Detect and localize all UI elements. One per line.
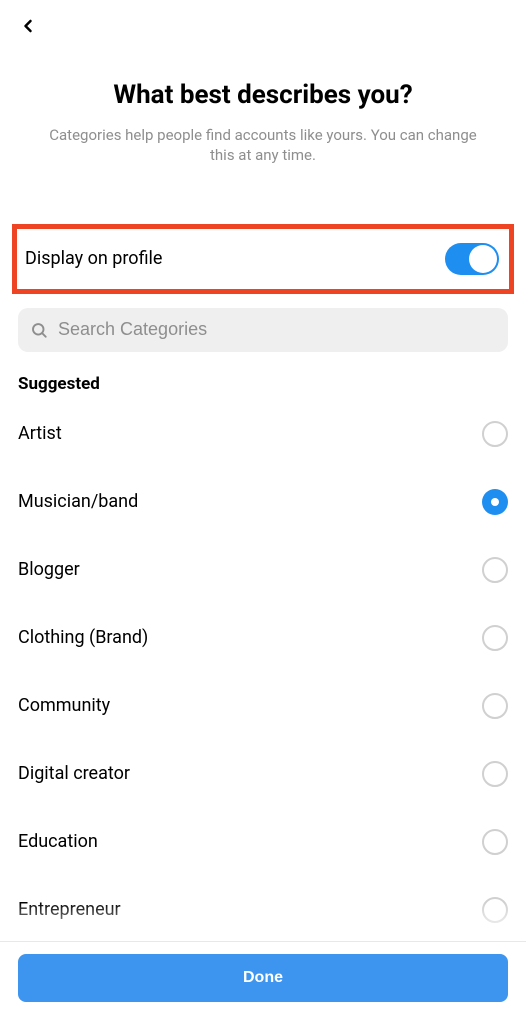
- category-radio[interactable]: [482, 489, 508, 515]
- category-item[interactable]: Blogger: [18, 536, 508, 604]
- category-item[interactable]: Artist: [18, 400, 508, 468]
- category-label: Musician/band: [18, 491, 138, 512]
- category-list: Artist Musician/band Blogger Clothing (Bran…: [0, 400, 526, 944]
- category-radio[interactable]: [482, 897, 508, 923]
- search-input[interactable]: [58, 319, 496, 340]
- category-radio[interactable]: [482, 625, 508, 651]
- header: What best describes you? Categories help…: [0, 52, 526, 176]
- footer: Done: [0, 941, 526, 1024]
- display-on-profile-toggle[interactable]: [445, 243, 499, 275]
- category-item[interactable]: Education: [18, 808, 508, 876]
- page-title: What best describes you?: [20, 80, 506, 111]
- category-radio[interactable]: [482, 421, 508, 447]
- category-radio[interactable]: [482, 761, 508, 787]
- category-label: Blogger: [18, 559, 80, 580]
- suggested-heading: Suggested: [18, 374, 508, 394]
- chevron-left-icon: [18, 16, 38, 36]
- back-button[interactable]: [8, 6, 48, 46]
- category-label: Entrepreneur: [18, 899, 121, 920]
- category-label: Artist: [18, 423, 62, 444]
- search-icon: [30, 321, 48, 339]
- category-label: Education: [18, 831, 98, 852]
- top-bar: [0, 0, 526, 52]
- category-item[interactable]: Community: [18, 672, 508, 740]
- search-field[interactable]: [18, 308, 508, 352]
- category-radio[interactable]: [482, 557, 508, 583]
- category-item[interactable]: Musician/band: [18, 468, 508, 536]
- category-radio[interactable]: [482, 829, 508, 855]
- category-radio[interactable]: [482, 693, 508, 719]
- category-label: Community: [18, 695, 110, 716]
- category-item[interactable]: Entrepreneur: [18, 876, 508, 944]
- display-on-profile-label: Display on profile: [25, 248, 162, 269]
- toggle-knob: [469, 245, 497, 273]
- category-label: Clothing (Brand): [18, 627, 148, 648]
- display-on-profile-row: Display on profile: [12, 224, 514, 294]
- category-item[interactable]: Digital creator: [18, 740, 508, 808]
- page-subtitle: Categories help people find accounts lik…: [20, 125, 506, 166]
- category-item[interactable]: Clothing (Brand): [18, 604, 508, 672]
- done-button[interactable]: Done: [18, 954, 508, 1002]
- category-label: Digital creator: [18, 763, 130, 784]
